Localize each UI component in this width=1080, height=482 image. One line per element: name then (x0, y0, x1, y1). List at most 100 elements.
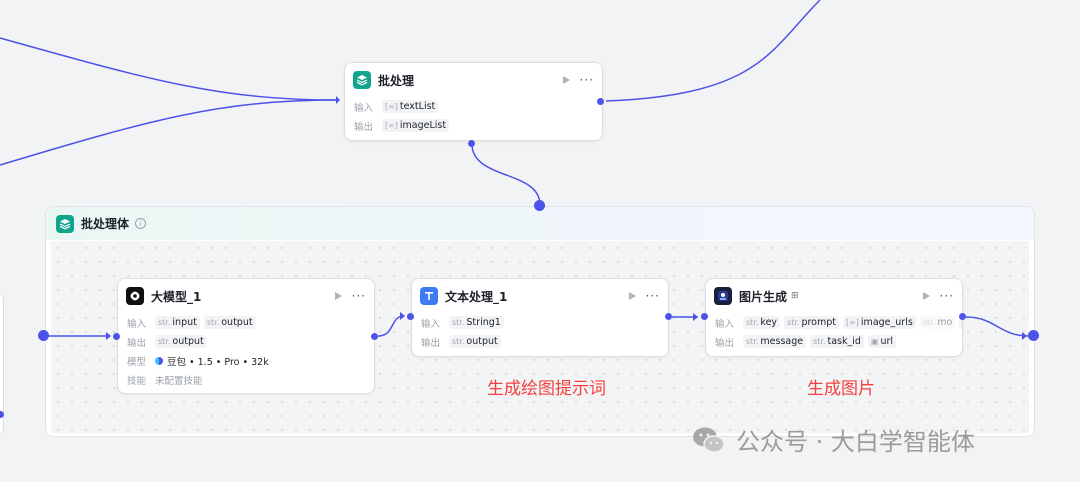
input-label: 输入 (421, 318, 441, 330)
info-icon[interactable]: i (135, 218, 147, 229)
param-name: textList (399, 101, 436, 112)
type-badge: str. (452, 318, 465, 327)
type-badge: str. (746, 337, 759, 346)
output-label: 输出 (715, 337, 735, 349)
input-label: 输入 (715, 318, 735, 330)
run-icon[interactable] (334, 292, 342, 300)
param-name: prompt (801, 317, 837, 328)
batch-body-port[interactable] (468, 140, 475, 147)
text-process-icon (420, 287, 438, 305)
param-name: url (880, 336, 894, 347)
doubao-icon (155, 356, 163, 365)
group-top-port[interactable] (534, 200, 545, 211)
edge-batch-to-top-right (605, 0, 821, 102)
param-name: message (760, 336, 804, 347)
param-name: output (221, 317, 253, 328)
batch-node-header: 批处理 ··· (345, 63, 602, 97)
llm-node-title: 大模型_1 (151, 289, 202, 304)
model-value: 豆包 • 1.5 • Pro • 32k (167, 356, 269, 368)
batch-output-row: 输出 [∞] imageList (345, 116, 602, 135)
more-options-icon[interactable]: ··· (940, 290, 954, 302)
type-badge: str. (813, 337, 826, 346)
param-tag: str. String1 (449, 316, 504, 329)
run-icon[interactable] (922, 292, 930, 300)
batch-node[interactable]: 批处理 ··· 输入 [∞] textList 输出 [∞] imageList (344, 62, 603, 141)
group-title: 批处理体 (81, 217, 130, 231)
watermark: 公众号 · 大白学智能体 (692, 422, 975, 457)
param-tag: str. message (743, 335, 807, 348)
image-input-row: 输入 str. key str. prompt [∞] image_urls str.… (706, 313, 962, 332)
type-badge: [∞] (846, 318, 859, 327)
param-name: input (172, 317, 197, 328)
model-icon (126, 287, 144, 305)
image-node-title: 图片生成 (739, 289, 788, 304)
llm-input-port[interactable] (113, 333, 120, 340)
llm-skill-row: 技能 未配置技能 (118, 370, 374, 389)
output-label: 输出 (127, 337, 147, 349)
param-tag: ▣ url (867, 335, 897, 348)
batch-node-title: 批处理 (378, 73, 415, 88)
type-badge: [∞] (385, 102, 398, 111)
more-options-icon[interactable]: ··· (646, 290, 660, 302)
param-tag: str. prompt (784, 316, 840, 329)
param-name: key (760, 317, 778, 328)
group-input-port[interactable] (38, 330, 49, 341)
text-input-port[interactable] (407, 313, 414, 320)
param-tag: str. output (203, 316, 256, 329)
image-node-header: 图片生成 ⊞ ··· (706, 279, 962, 313)
param-name: output (172, 336, 204, 347)
type-badge: str. (787, 318, 800, 327)
type-badge: str. (452, 337, 465, 346)
workflow-canvas[interactable]: 批处理 ··· 输入 [∞] textList 输出 [∞] imageList 批… (0, 0, 1080, 482)
type-badge: str. (158, 337, 171, 346)
text-node[interactable]: 文本处理_1 ··· 输入 str. String1 输出 str. output (411, 278, 669, 357)
arrow-batch-in (336, 96, 340, 104)
image-output-row: 输出 str. message str. task_id ▣ url (706, 332, 962, 351)
text-node-title: 文本处理_1 (445, 289, 508, 304)
annotation-prompt: 生成绘图提示词 (487, 379, 606, 399)
text-node-header: 文本处理_1 ··· (412, 279, 668, 313)
type-badge: ▣ (870, 337, 879, 346)
text-output-port[interactable] (665, 313, 672, 320)
image-input-port[interactable] (701, 313, 708, 320)
skill-value: 未配置技能 (155, 375, 203, 387)
param-name: output (466, 336, 498, 347)
param-name: image_urls (860, 317, 913, 328)
batch-input-row: 输入 [∞] textList (345, 97, 602, 116)
more-options-icon[interactable]: ··· (352, 290, 366, 302)
text-input-row: 输入 str. String1 (412, 313, 668, 332)
group-output-port[interactable] (1028, 330, 1039, 341)
run-icon[interactable] (628, 292, 636, 300)
type-badge: str. (206, 318, 220, 327)
llm-output-row: 输出 str. output (118, 332, 374, 351)
annotation-image: 生成图片 (807, 379, 875, 399)
output-label: 输出 (354, 121, 374, 133)
param-name: task_id (827, 336, 861, 347)
llm-input-row: 输入 str. input str. output (118, 313, 374, 332)
edge-left-bottom-to-batch (0, 99, 337, 166)
llm-model-row: 模型 豆包 • 1.5 • Pro • 32k (118, 351, 374, 370)
model-label: 模型 (127, 356, 147, 368)
llm-output-port[interactable] (371, 333, 378, 340)
input-label: 输入 (127, 318, 147, 330)
input-label: 输入 (354, 102, 374, 114)
param-tag: [∞] textList (382, 100, 439, 113)
param-tag: [∞] imageList (382, 119, 450, 132)
run-icon[interactable] (562, 76, 570, 84)
llm-node-header: 大模型_1 ··· (118, 279, 374, 313)
batch-output-port[interactable] (597, 98, 604, 105)
layers-icon (353, 71, 371, 89)
more-options-icon[interactable]: ··· (580, 74, 594, 86)
output-label: 输出 (421, 337, 441, 349)
layers-icon (56, 214, 74, 233)
llm-node[interactable]: 大模型_1 ··· 输入 str. input str. output 输出 str… (117, 278, 375, 394)
image-node[interactable]: 图片生成 ⊞ ··· 输入 str. key str. prompt [∞] imag… (705, 278, 963, 357)
param-tag: str. key (743, 316, 781, 329)
param-tag: str. output (449, 335, 501, 348)
type-badge: str. (922, 318, 936, 327)
image-output-port[interactable] (959, 313, 966, 320)
param-tag: [∞] image_urls (843, 316, 916, 329)
edge-batch-to-group (471, 143, 541, 206)
group-header: 批处理体 i (46, 207, 1034, 240)
watermark-text: 公众号 · 大白学智能体 (736, 428, 975, 456)
